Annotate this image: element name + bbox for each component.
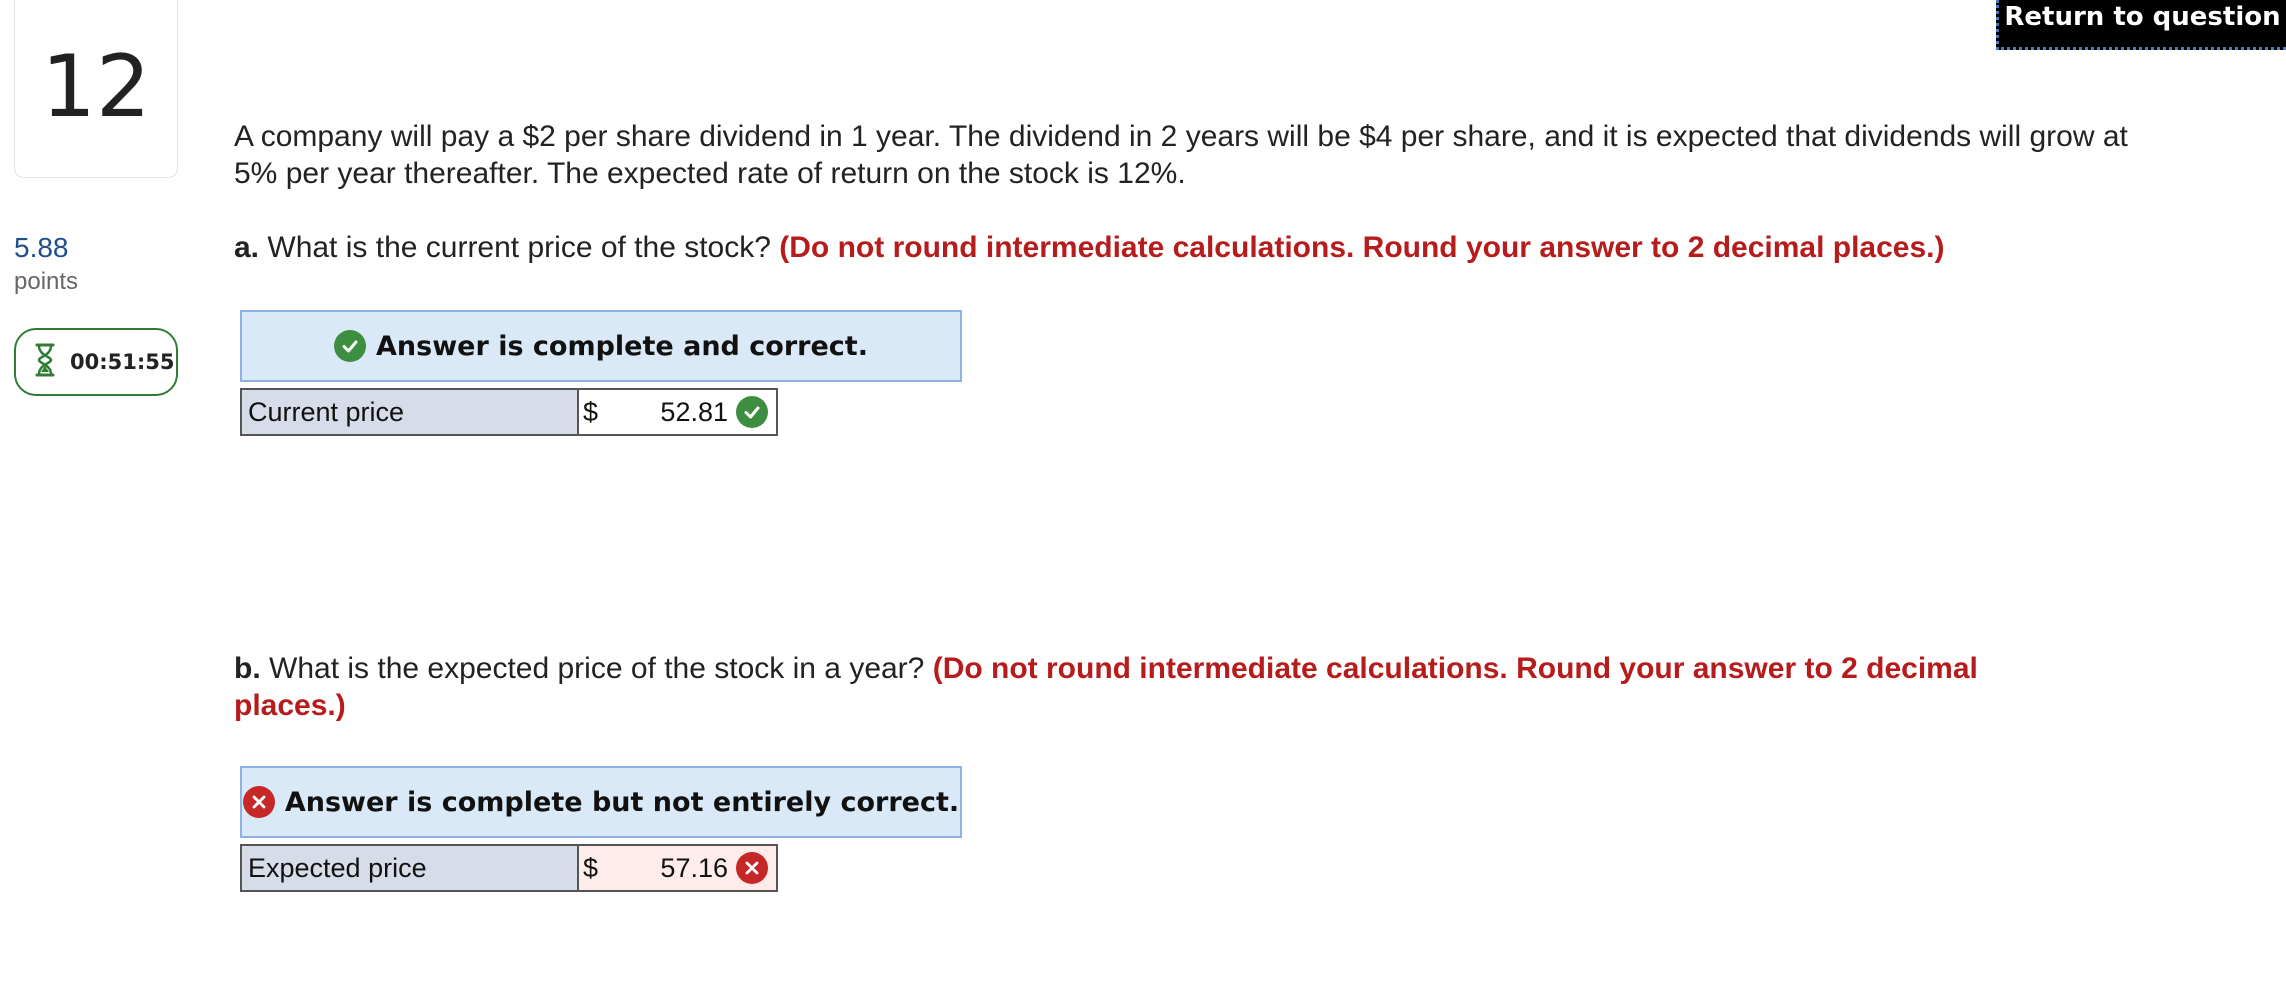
check-circle-icon [736,396,768,428]
x-circle-icon [736,852,768,884]
part-b-letter: b. [234,652,261,685]
points-value: 5.88 [14,232,69,263]
part-b-answer-row: Expected price $ 57.16 [240,844,778,892]
return-to-question-button[interactable]: Return to question [1996,0,2286,50]
timer: 00:51:55 [14,328,178,396]
part-b-status-text: Answer is complete but not entirely corr… [284,786,960,818]
expected-price-field[interactable]: $ 57.16 [579,846,776,890]
question-prompt: A company will pay a $2 per share divide… [234,120,2128,190]
part-a-question: a. What is the current price of the stoc… [234,229,2114,266]
currency-symbol: $ [583,396,599,427]
part-a-status-banner: Answer is complete and correct. [240,310,962,382]
points-label: points [14,268,79,295]
current-price-value: 52.81 [660,396,728,427]
check-circle-icon [334,330,367,362]
timer-value: 00:51:55 [70,350,175,374]
current-price-label: Current price [242,390,579,434]
currency-symbol: $ [583,852,599,883]
x-circle-icon [242,786,275,818]
expected-price-label: Expected price [242,846,579,890]
part-b-text: What is the expected price of the stock … [269,652,925,685]
part-a-letter: a. [234,231,260,264]
expected-price-value: 57.16 [660,852,728,883]
part-a-text: What is the current price of the stock? [267,231,771,264]
question-number: 12 [14,0,178,178]
hourglass-icon [34,343,56,382]
part-a-answer-row: Current price $ 52.81 [240,388,778,436]
part-a-instruction: (Do not round intermediate calculations.… [779,231,1945,264]
part-b-question: b. What is the expected price of the sto… [234,650,2034,724]
current-price-field[interactable]: $ 52.81 [579,390,776,434]
part-b-status-banner: Answer is complete but not entirely corr… [240,766,962,838]
part-a-status-text: Answer is complete and correct. [376,330,868,362]
